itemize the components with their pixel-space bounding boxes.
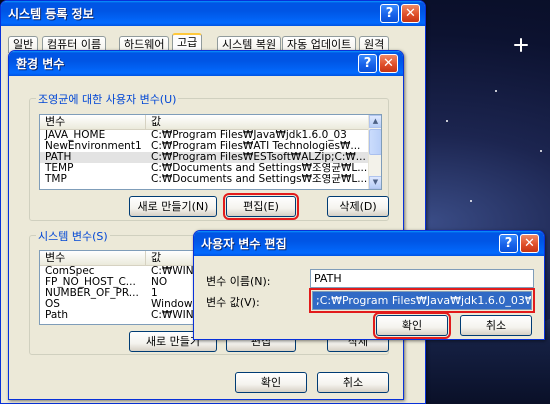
window-title: 환경 변수 [16, 57, 65, 71]
star-icon [446, 120, 448, 122]
variable-value-label: 변수 값(V): [206, 296, 260, 309]
var-name: PATH [45, 152, 72, 163]
user-delete-button[interactable]: 삭제(D) [327, 196, 389, 217]
column-variable[interactable]: 변수 [40, 251, 146, 265]
var-value: C:₩Documents and Settings₩조영균₩L... [151, 163, 368, 174]
list-header: 변수 값 [40, 115, 381, 130]
env-vars-titlebar[interactable]: 환경 변수 ? ✕ [9, 51, 403, 76]
list-item-selected[interactable]: PATH C:₩Program Files₩ESTsoft₩ALZip;C:₩.… [40, 152, 381, 163]
var-name: NewEnvironment1 [45, 141, 142, 152]
var-name: JAVA_HOME [45, 130, 106, 141]
system-properties-titlebar[interactable]: 시스템 등록 정보 ? ✕ [1, 1, 425, 26]
var-name: TEMP [45, 163, 74, 174]
close-button[interactable]: ✕ [379, 54, 398, 73]
edit-user-variable-dialog: 사용자 변수 편집 ? ✕ 변수 이름(N): PATH 변수 값(V): ;C… [193, 230, 545, 340]
user-variables-list[interactable]: 변수 값 JAVA_HOME C:₩Program Files₩Java₩jdk… [39, 114, 382, 190]
window-title: 사용자 변수 편집 [201, 237, 287, 251]
ok-button[interactable]: 확인 [373, 312, 451, 339]
vertical-scrollbar[interactable]: ▲ ▼ [368, 115, 381, 189]
help-button[interactable]: ? [358, 54, 377, 73]
var-name: OS [45, 299, 60, 310]
var-value: C:₩Documents and Settings₩조영균₩L... [151, 174, 368, 185]
var-name: FP_NO_HOST_C... [45, 277, 136, 288]
var-value: C:₩Program Files₩ATI Technologies₩... [151, 141, 361, 152]
variable-name-field[interactable]: PATH [310, 269, 534, 288]
help-button[interactable]: ? [380, 4, 399, 23]
environment-variables-window: 환경 변수 ? ✕ 조영균에 대한 사용자 변수(U) 변수 값 JAVA_HO… [8, 50, 404, 400]
column-value[interactable]: 값 [146, 115, 370, 129]
var-value: C:₩Program Files₩ESTsoft₩ALZip;C:₩... [151, 152, 366, 163]
var-name: Path [45, 310, 69, 321]
window-title: 시스템 등록 정보 [8, 7, 94, 21]
user-new-button[interactable]: 새로 만들기(N) [129, 196, 217, 217]
list-item[interactable]: NewEnvironment1 C:₩Program Files₩ATI Tec… [40, 141, 381, 152]
star-icon [495, 90, 497, 92]
scroll-up-icon[interactable]: ▲ [369, 115, 381, 128]
var-name: NUMBER_OF_PR... [45, 288, 139, 299]
list-item[interactable]: TMP C:₩Documents and Settings₩조영균₩L... [40, 174, 381, 185]
ok-button[interactable]: 확인 [235, 372, 307, 393]
list-item[interactable]: TEMP C:₩Documents and Settings₩조영균₩L... [40, 163, 381, 174]
user-edit-button[interactable]: 편집(E) [223, 193, 299, 220]
cancel-button[interactable]: 취소 [317, 372, 389, 393]
var-name: TMP [45, 174, 67, 185]
scroll-down-icon[interactable]: ▼ [369, 176, 381, 189]
star-icon [470, 200, 472, 202]
help-button[interactable]: ? [499, 234, 518, 253]
variable-name-label: 변수 이름(N): [206, 275, 271, 288]
scroll-thumb[interactable] [369, 129, 381, 155]
column-variable[interactable]: 변수 [40, 115, 146, 129]
var-name: ComSpec [45, 266, 95, 277]
close-button[interactable]: ✕ [401, 4, 420, 23]
close-button[interactable]: ✕ [520, 234, 539, 253]
cancel-button[interactable]: 취소 [460, 315, 532, 336]
var-value: C:₩Program Files₩Java₩jdk1.6.0_03 [151, 130, 347, 141]
edit-dialog-titlebar[interactable]: 사용자 변수 편집 ? ✕ [194, 231, 544, 256]
user-variables-label: 조영균에 대한 사용자 변수(U) [36, 91, 179, 107]
list-item[interactable]: JAVA_HOME C:₩Program Files₩Java₩jdk1.6.0… [40, 130, 381, 141]
bright-star-icon [514, 38, 528, 52]
star-icon [540, 150, 542, 152]
variable-value-field[interactable]: ;C:₩Program Files₩Java₩jdk1.6.0_03₩bin [309, 288, 535, 313]
system-variables-label: 시스템 변수(S) [36, 228, 110, 244]
